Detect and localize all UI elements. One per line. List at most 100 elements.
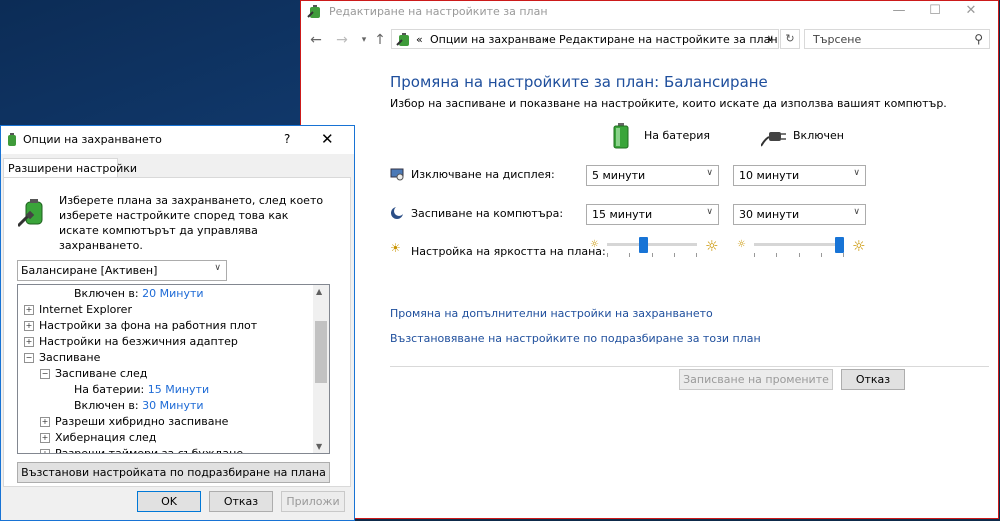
sleep-battery-value: 15 минути <box>592 208 653 221</box>
tree-item[interactable]: − Заспиване след <box>40 367 147 380</box>
tree-scrollbar[interactable]: ▲ ▼ <box>313 285 329 453</box>
slider-tick <box>652 253 653 257</box>
settings-tree[interactable]: ▲ ▼ Включен в: 20 Минути + Internet Explor… <box>17 284 330 454</box>
scrollbar-thumb[interactable] <box>315 321 327 383</box>
display-plugged-select[interactable]: 10 минути ∨ <box>733 165 866 186</box>
back-arrow-icon[interactable]: ← <box>307 31 325 49</box>
tree-item[interactable]: + Разреши хибридно заспиване <box>40 415 228 428</box>
display-battery-select[interactable]: 5 минути ∨ <box>586 165 719 186</box>
expand-icon[interactable]: + <box>40 433 50 443</box>
scroll-down-icon[interactable]: ▼ <box>316 442 322 451</box>
advanced-settings-link[interactable]: Промяна на допълнителни настройки на зах… <box>390 307 713 320</box>
expand-icon[interactable]: + <box>24 337 34 347</box>
forward-arrow-icon[interactable]: → <box>333 31 351 49</box>
breadcrumb-edit-plan[interactable]: Редактиране на настройките за план <box>559 33 778 46</box>
slider-track <box>607 243 697 246</box>
tree-item[interactable]: + Настройки на безжичния адаптер <box>24 335 238 348</box>
tree-item[interactable]: + Internet Explorer <box>24 303 132 316</box>
slider-ticks <box>607 253 697 257</box>
address-dropdown-icon[interactable]: ∨ <box>767 34 774 44</box>
slider-tick <box>843 253 844 257</box>
slider-tick <box>776 253 777 257</box>
control-panel-icon <box>396 33 409 46</box>
sleep-plugged-select[interactable]: 30 минути ∨ <box>733 204 866 225</box>
expand-icon[interactable]: + <box>40 417 50 427</box>
up-arrow-icon[interactable]: ↑ <box>371 31 389 49</box>
chevron-down-icon: ∨ <box>853 168 860 178</box>
ok-button[interactable]: OK <box>137 491 201 512</box>
restore-defaults-link[interactable]: Възстановяване на настройките по подразб… <box>390 332 761 345</box>
chevron-down-icon: ∨ <box>706 168 713 178</box>
minimize-button[interactable]: — <box>881 1 917 23</box>
tree-item-value[interactable]: 30 Минути <box>142 399 203 412</box>
tree-item[interactable]: + Разреши таймери за събуждане <box>40 447 244 454</box>
slider-tick <box>629 253 630 257</box>
breadcrumb-chevron-icon[interactable]: › <box>544 33 548 46</box>
plan-select[interactable]: Балансиране [Активен] ∨ <box>17 260 227 281</box>
tree-item-label: Хибернация след <box>55 431 157 444</box>
tab-advanced-settings[interactable]: Разширени настройки <box>3 158 137 179</box>
tree-item[interactable]: − Заспиване <box>24 351 100 364</box>
divider <box>390 366 989 367</box>
power-options-icon <box>307 5 320 18</box>
tree-item-label: Включен в: <box>74 399 139 412</box>
brightness-battery-slider[interactable] <box>607 237 697 257</box>
tree-item[interactable]: На батерии: 15 Минути <box>74 383 209 396</box>
search-box[interactable]: ⚲ <box>804 29 990 49</box>
expand-icon[interactable]: + <box>24 321 34 331</box>
cancel-button[interactable]: Отказ <box>841 369 905 390</box>
collapse-icon[interactable]: − <box>24 353 34 363</box>
brightness-plugged-slider[interactable] <box>754 237 844 257</box>
maximize-button[interactable]: ☐ <box>917 1 953 23</box>
address-bar[interactable]: « Опции на захранване › Редактиране на н… <box>391 29 779 49</box>
slider-track <box>754 243 844 246</box>
slider-tick <box>799 253 800 257</box>
help-button[interactable]: ? <box>284 132 290 146</box>
dialog-cancel-button[interactable]: Отказ <box>209 491 273 512</box>
tree-item-value[interactable]: 20 Минути <box>142 287 203 300</box>
plan-select-value: Балансиране [Активен] <box>21 264 158 277</box>
search-input[interactable] <box>813 31 963 47</box>
slider-thumb[interactable] <box>835 237 844 253</box>
tree-item-value[interactable]: 15 Минути <box>148 383 209 396</box>
apply-button[interactable]: Приложи <box>281 491 345 512</box>
slider-tick <box>607 253 608 257</box>
breadcrumb-power-options[interactable]: Опции на захранване <box>430 33 556 46</box>
scroll-up-icon[interactable]: ▲ <box>316 287 322 296</box>
sleep-label: Заспиване на компютъра: <box>411 207 564 220</box>
page-title: Промяна на настройките за план: Балансир… <box>390 73 768 91</box>
tree-item-label: Разреши хибридно заспиване <box>55 415 229 428</box>
breadcrumb-separator: « <box>416 33 423 46</box>
sleep-moon-icon <box>391 206 404 219</box>
save-changes-button[interactable]: Записване на промените <box>679 369 833 390</box>
dialog-close-button[interactable]: ✕ <box>321 130 334 148</box>
expand-icon[interactable]: + <box>24 305 34 315</box>
battery-plug-icon <box>18 199 43 228</box>
display-battery-value: 5 минути <box>592 169 646 182</box>
slider-tick <box>754 253 755 257</box>
address-row: ← → ▾ ↑ « Опции на захранване › Редактир… <box>301 27 998 53</box>
search-icon[interactable]: ⚲ <box>974 32 983 46</box>
tree-item[interactable]: Включен в: 20 Минути <box>74 287 204 300</box>
sleep-battery-select[interactable]: 15 минути ∨ <box>586 204 719 225</box>
slider-ticks <box>754 253 844 257</box>
tree-item-label: Настройки на безжичния адаптер <box>39 335 238 348</box>
tree-item-label: Internet Explorer <box>39 303 132 316</box>
restore-plan-defaults-button[interactable]: Възстанови настройката по подразбиране н… <box>17 462 330 483</box>
chevron-down-icon: ∨ <box>214 263 221 273</box>
tree-item[interactable]: + Хибернация след <box>40 431 156 444</box>
brightness-high-icon: ☼ <box>705 237 719 255</box>
expand-icon[interactable]: + <box>40 449 50 453</box>
brightness-label: Настройка на яркостта на плана: <box>411 245 606 258</box>
tree-item-label: Разреши таймери за събуждане <box>55 447 244 454</box>
close-button[interactable]: ✕ <box>953 1 989 23</box>
display-icon <box>390 168 404 181</box>
page-subtitle: Избор на заспиване и показване на настро… <box>390 97 947 110</box>
slider-thumb[interactable] <box>639 237 648 253</box>
window-title: Редактиране на настройките за план <box>329 5 548 18</box>
battery-icon <box>613 123 629 149</box>
tree-item[interactable]: + Настройки за фона на работния плот <box>24 319 257 332</box>
tree-item[interactable]: Включен в: 30 Минути <box>74 399 204 412</box>
collapse-icon[interactable]: − <box>40 369 50 379</box>
refresh-button[interactable]: ↻ <box>780 29 800 49</box>
